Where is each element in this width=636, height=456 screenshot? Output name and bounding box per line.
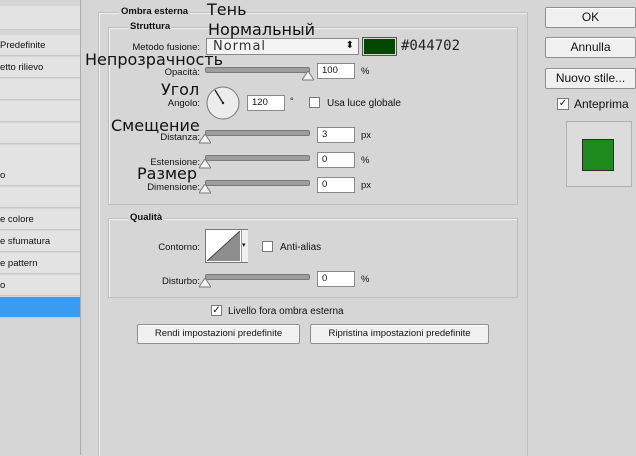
overlay-angle-annotation: Угол <box>161 80 200 99</box>
size-slider-thumb[interactable] <box>199 184 211 194</box>
overlay-normal-annotation: Нормальный <box>208 20 315 39</box>
contour-label: Contorno: <box>158 242 200 253</box>
noise-label: Disturbo: <box>161 276 200 287</box>
distance-slider[interactable] <box>205 130 310 136</box>
list-item[interactable] <box>0 187 80 208</box>
opacity-unit: % <box>361 66 370 77</box>
list-item[interactable] <box>0 79 80 100</box>
list-item[interactable]: etto rilievo <box>0 57 80 78</box>
noise-slider[interactable] <box>205 274 310 280</box>
ok-button[interactable]: OK <box>545 7 636 28</box>
preview-box <box>566 121 632 187</box>
spread-slider[interactable] <box>205 155 310 161</box>
size-input[interactable]: 0 <box>317 177 355 193</box>
global-light-checkbox[interactable] <box>309 97 320 108</box>
list-item[interactable] <box>0 123 80 144</box>
antialias-label: Anti-alias <box>280 242 322 253</box>
list-item[interactable] <box>0 101 80 122</box>
spread-slider-thumb[interactable] <box>199 159 211 169</box>
section-title: Ombra esterna <box>119 6 191 17</box>
list-item[interactable]: o <box>0 165 80 186</box>
shadow-color-swatch[interactable] <box>362 37 397 56</box>
opacity-label: Opacità: <box>164 67 200 78</box>
noise-slider-thumb[interactable] <box>199 278 211 288</box>
chevron-updown-icon: ⬍ <box>345 40 354 51</box>
opacity-slider[interactable] <box>205 67 310 73</box>
distance-input[interactable]: 3 <box>317 127 355 143</box>
list-item[interactable]: e sfumatura <box>0 231 80 252</box>
style-list: Predefinite etto rilievo o e colore e sf… <box>0 6 80 455</box>
cancel-button[interactable]: Annulla <box>545 37 636 58</box>
contour-dropdown[interactable]: ▾ <box>241 230 248 262</box>
list-item[interactable]: Predefinite <box>0 35 80 56</box>
preview-swatch <box>582 139 614 171</box>
distance-unit: px <box>361 130 372 141</box>
angle-input[interactable]: 120 <box>247 95 285 111</box>
opacity-input[interactable]: 100 <box>317 63 355 79</box>
list-item[interactable]: e colore <box>0 209 80 230</box>
checkmark-icon: ✓ <box>558 98 568 109</box>
angle-dial[interactable] <box>205 85 241 121</box>
list-item-selected[interactable] <box>0 297 80 318</box>
contour-curve-icon <box>207 231 240 261</box>
reset-default-button[interactable]: Ripristina impostazioni predefinite <box>310 324 489 344</box>
overlay-shadow-annotation: Тень <box>207 0 247 19</box>
checkmark-icon: ✓ <box>212 305 221 316</box>
list-item[interactable] <box>0 145 80 166</box>
global-light-label: Usa luce globale <box>327 98 401 109</box>
list-item[interactable] <box>0 6 80 30</box>
color-fill <box>364 39 395 54</box>
color-hex-label: #044702 <box>401 38 461 54</box>
knockout-label: Livello fora ombra esterna <box>228 306 344 317</box>
list-item[interactable]: e pattern <box>0 253 80 274</box>
divider <box>80 0 81 455</box>
chevron-down-icon: ▾ <box>242 242 246 249</box>
size-label: Dimensione: <box>147 182 200 193</box>
make-default-button[interactable]: Rendi impostazioni predefinite <box>137 324 300 344</box>
noise-input[interactable]: 0 <box>317 271 355 287</box>
structure-title: Struttura <box>128 21 173 32</box>
size-unit: px <box>361 180 372 191</box>
antialias-checkbox[interactable] <box>262 241 273 252</box>
spread-label: Estensione: <box>150 157 200 168</box>
distance-label: Distanza: <box>160 132 200 143</box>
blend-mode-select[interactable]: Normal ⬍ <box>206 38 359 55</box>
noise-unit: % <box>361 274 370 285</box>
preview-label: Anteprima <box>574 97 629 111</box>
new-style-button[interactable]: Nuovo stile... <box>545 68 636 89</box>
distance-slider-thumb[interactable] <box>199 134 211 144</box>
preview-checkbox[interactable]: ✓ <box>557 98 569 110</box>
angle-label: Angolo: <box>167 98 200 109</box>
opacity-slider-thumb[interactable] <box>302 71 314 81</box>
spread-input[interactable]: 0 <box>317 152 355 168</box>
spread-unit: % <box>361 155 370 166</box>
size-slider[interactable] <box>205 180 310 186</box>
quality-title: Qualità <box>128 212 165 223</box>
list-item[interactable]: o <box>0 275 80 296</box>
contour-picker[interactable]: ▾ <box>205 229 248 263</box>
angle-unit: ° <box>290 96 294 107</box>
knockout-checkbox[interactable]: ✓ <box>211 305 222 316</box>
